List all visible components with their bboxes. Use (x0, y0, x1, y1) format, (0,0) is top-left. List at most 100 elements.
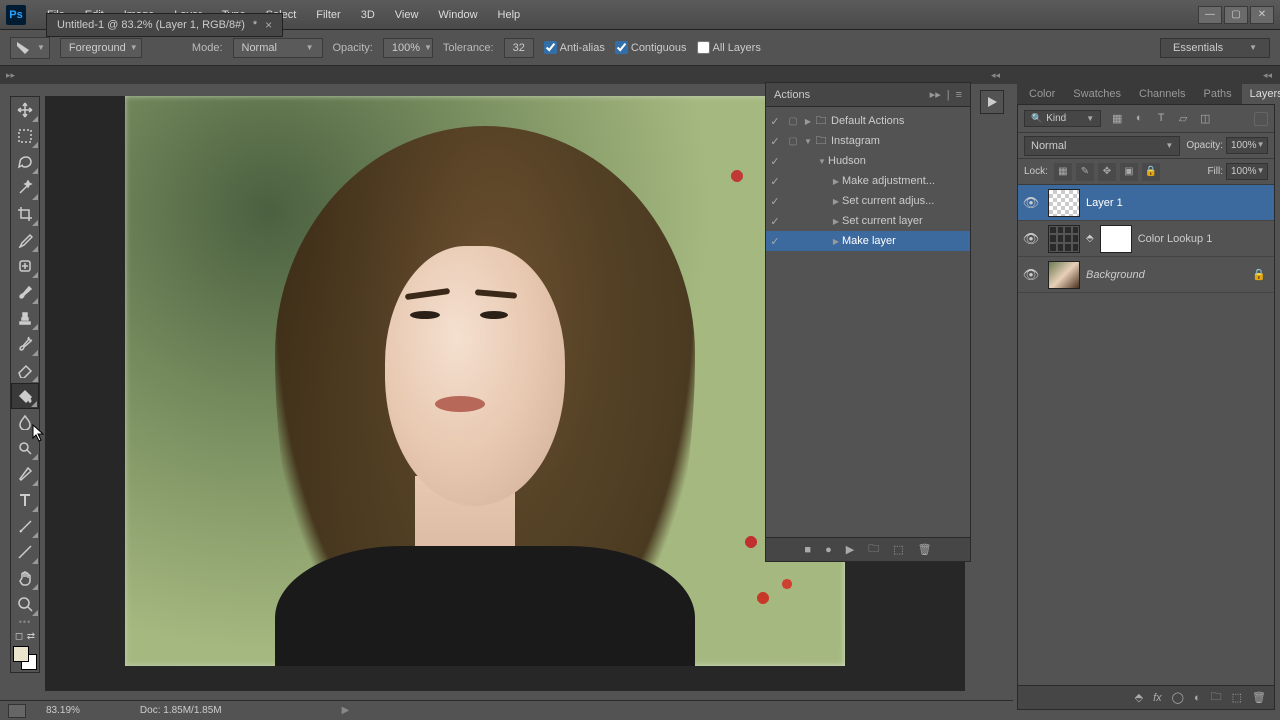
tool-crop[interactable] (11, 201, 39, 227)
lock-position-icon[interactable]: ✥ (1098, 163, 1116, 181)
tool-hand[interactable] (11, 565, 39, 591)
action-item[interactable]: ✓▶Set current adjus... (766, 191, 970, 211)
expand-right-icon[interactable]: ◂◂ (1263, 70, 1272, 81)
action-item[interactable]: ✓▢▶🗀Default Actions (766, 111, 970, 131)
action-enabled-check[interactable]: ✓ (766, 175, 784, 188)
action-disclosure-caret[interactable]: ▼ (802, 137, 814, 146)
maximize-button[interactable]: ▢ (1224, 6, 1248, 24)
contiguous-checkbox[interactable]: Contiguous (615, 41, 687, 54)
filter-adjust-icon[interactable]: ◐ (1131, 112, 1147, 125)
layer-row[interactable]: 👁Background🔒 (1018, 257, 1274, 293)
visibility-eye-icon[interactable]: 👁 (1020, 195, 1042, 211)
adjustment-icon[interactable]: ◐ (1194, 692, 1201, 704)
panel-menu-icon[interactable]: ≡ (956, 89, 962, 101)
filter-type-icon[interactable]: T (1153, 112, 1169, 125)
lock-all-icon[interactable]: 🔒 (1142, 163, 1160, 181)
panel-tab-paths[interactable]: Paths (1195, 84, 1239, 104)
new-set-icon[interactable]: 🗀 (868, 540, 879, 559)
action-item[interactable]: ✓▶Make layer (766, 231, 970, 251)
all-layers-checkbox[interactable]: All Layers (697, 41, 761, 54)
filter-shape-icon[interactable]: ▱ (1175, 112, 1191, 125)
filter-toggle[interactable] (1254, 112, 1268, 126)
menu-filter[interactable]: Filter (307, 5, 349, 25)
status-menu-caret[interactable]: ▶ (342, 705, 350, 716)
tool-type[interactable] (11, 487, 39, 513)
minimize-button[interactable]: — (1198, 6, 1222, 24)
action-item[interactable]: ✓▶Make adjustment... (766, 171, 970, 191)
opacity-field[interactable]: 100% ▼ (383, 38, 433, 58)
panel-tab-swatches[interactable]: Swatches (1065, 84, 1129, 104)
tool-bucket[interactable] (11, 383, 39, 409)
mode-dropdown[interactable]: Normal ▼ (233, 38, 323, 58)
action-enabled-check[interactable]: ✓ (766, 135, 784, 148)
menu-3d[interactable]: 3D (352, 5, 384, 25)
action-enabled-check[interactable]: ✓ (766, 235, 784, 248)
collapse-center-icon[interactable]: ◂◂ (991, 70, 1000, 81)
layer-thumbnail[interactable] (1048, 225, 1080, 253)
tool-move[interactable] (11, 97, 39, 123)
lock-transparent-icon[interactable]: ▦ (1054, 163, 1072, 181)
action-disclosure-caret[interactable]: ▶ (802, 117, 814, 126)
tool-path[interactable] (11, 513, 39, 539)
trash-icon[interactable]: 🗑 (918, 543, 932, 556)
stop-icon[interactable]: ■ (804, 544, 811, 556)
mask-icon[interactable]: ◯ (1172, 691, 1184, 704)
action-enabled-check[interactable]: ✓ (766, 215, 784, 228)
tool-preset-button[interactable]: ▼ (10, 37, 50, 59)
tool-marquee[interactable] (11, 123, 39, 149)
panel-tab-channels[interactable]: Channels (1131, 84, 1193, 104)
mask-thumbnail[interactable] (1100, 225, 1132, 253)
action-enabled-check[interactable]: ✓ (766, 155, 784, 168)
tool-brush[interactable] (11, 279, 39, 305)
swap-colors-icon[interactable]: ⇄ (27, 631, 35, 642)
visibility-eye-icon[interactable]: 👁 (1020, 267, 1042, 283)
tool-shape[interactable] (11, 539, 39, 565)
default-colors-icon[interactable]: ◻ (15, 631, 23, 642)
menu-help[interactable]: Help (489, 5, 530, 25)
status-zoom[interactable]: 83.19% (46, 705, 80, 716)
filter-pixel-icon[interactable]: ▦ (1109, 112, 1125, 125)
delete-layer-icon[interactable]: 🗑 (1252, 691, 1266, 704)
layer-thumbnail[interactable] (1048, 261, 1080, 289)
fx-icon[interactable]: fx (1153, 692, 1162, 704)
link-layers-icon[interactable]: ⬘ (1135, 691, 1143, 704)
menu-window[interactable]: Window (429, 5, 486, 25)
expand-left-icon[interactable]: ▸▸ (6, 70, 15, 81)
action-enabled-check[interactable]: ✓ (766, 195, 784, 208)
play-icon[interactable]: ▶ (846, 543, 854, 556)
tab-close-icon[interactable]: × (265, 18, 272, 32)
tool-history[interactable] (11, 331, 39, 357)
action-disclosure-caret[interactable]: ▶ (830, 237, 842, 246)
layers-opacity-field[interactable]: 100%▼ (1226, 137, 1268, 154)
action-item[interactable]: ✓▼Hudson (766, 151, 970, 171)
tool-wand[interactable] (11, 175, 39, 201)
tool-blur[interactable] (11, 409, 39, 435)
antialias-checkbox[interactable]: Anti-alias (544, 41, 605, 54)
action-dialog-toggle[interactable]: ▢ (784, 136, 802, 147)
play-large-button[interactable] (980, 90, 1004, 114)
visibility-eye-icon[interactable]: 👁 (1020, 231, 1042, 247)
tool-zoom[interactable] (11, 591, 39, 617)
workspace-dropdown[interactable]: Essentials ▼ (1160, 38, 1270, 58)
color-swatches[interactable] (11, 644, 39, 672)
tool-dodge[interactable] (11, 435, 39, 461)
document-canvas[interactable] (125, 96, 845, 666)
group-icon[interactable]: 🗀 (1211, 688, 1222, 707)
new-action-icon[interactable]: ⬚ (893, 543, 903, 556)
action-disclosure-caret[interactable]: ▶ (830, 197, 842, 206)
action-item[interactable]: ✓▢▼🗀Instagram (766, 131, 970, 151)
lock-pixels-icon[interactable]: ✎ (1076, 163, 1094, 181)
action-enabled-check[interactable]: ✓ (766, 115, 784, 128)
tool-healing[interactable] (11, 253, 39, 279)
layer-name[interactable]: Color Lookup 1 (1138, 233, 1213, 245)
record-icon[interactable]: ● (825, 544, 832, 556)
layer-row[interactable]: 👁 Layer 1 (1018, 185, 1274, 221)
fill-field[interactable]: 100%▼ (1226, 163, 1268, 180)
panel-tab-color[interactable]: Color (1021, 84, 1063, 104)
blend-mode-dropdown[interactable]: Normal ▼ (1024, 136, 1180, 156)
fill-source-dropdown[interactable]: Foreground ▼ (60, 38, 142, 58)
layer-name[interactable]: Layer 1 (1086, 197, 1123, 209)
close-button[interactable]: ✕ (1250, 6, 1274, 24)
filter-smart-icon[interactable]: ◫ (1197, 112, 1213, 125)
menu-view[interactable]: View (386, 5, 428, 25)
